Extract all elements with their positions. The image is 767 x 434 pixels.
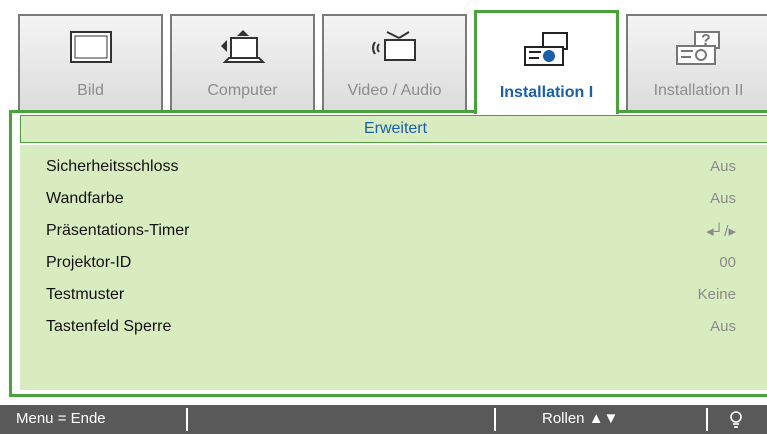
tab-installation-2[interactable]: ? Installation II [626, 14, 767, 110]
settings-list: Sicherheitsschloss Aus Wandfarbe Aus Prä… [20, 145, 767, 390]
footer-bar: Menu = Ende Rollen ▲▼ [0, 405, 767, 434]
video-audio-icon [371, 31, 416, 61]
setting-value: Aus [710, 190, 736, 207]
setting-row-wandfarbe[interactable]: Wandfarbe Aus [20, 183, 767, 215]
tab-label: Installation II [653, 82, 744, 99]
footer-divider [186, 408, 188, 431]
setting-label: Testmuster [46, 286, 125, 303]
setting-value: Keine [697, 286, 736, 303]
tab-video-audio[interactable]: Video / Audio [322, 14, 467, 110]
osd-menu: Bild Computer Video / Audio Installation… [0, 0, 767, 434]
monitor-icon [69, 31, 112, 63]
footer-divider [494, 408, 496, 431]
scroll-hint: Rollen ▲▼ [542, 410, 619, 427]
setting-value: 00 [719, 254, 736, 271]
setting-label: Projektor-ID [46, 254, 132, 271]
lightbulb-icon [730, 411, 742, 428]
tab-installation-1[interactable]: Installation I [474, 10, 619, 114]
setting-row-tastenfeld-sperre[interactable]: Tastenfeld Sperre Aus [20, 311, 767, 343]
tab-bar: Bild Computer Video / Audio Installation… [18, 10, 767, 114]
setting-label: Tastenfeld Sperre [46, 318, 172, 335]
tab-computer[interactable]: Computer [170, 14, 315, 110]
tab-bild[interactable]: Bild [18, 14, 163, 110]
projector-help-icon: ? [675, 31, 720, 65]
setting-row-testmuster[interactable]: Testmuster Keine [20, 279, 767, 311]
menu-exit-hint: Menu = Ende [16, 410, 106, 427]
tab-label: Bild [77, 82, 104, 99]
computer-icon [220, 30, 265, 63]
tab-label: Installation I [499, 84, 594, 101]
tab-label: Video / Audio [347, 82, 442, 99]
footer-divider [706, 408, 708, 431]
setting-row-sicherheitsschloss[interactable]: Sicherheitsschloss Aus [20, 151, 767, 183]
setting-label: Präsentations-Timer [46, 222, 190, 239]
setting-row-projektor-id[interactable]: Projektor-ID 00 [20, 247, 767, 279]
setting-row-praesentations-timer[interactable]: Präsentations-Timer ◂┘/▸ [20, 215, 767, 247]
section-title: Erweitert [363, 120, 428, 137]
setting-value: Aus [710, 318, 736, 335]
section-header: Erweitert [20, 115, 767, 143]
setting-label: Sicherheitsschloss [46, 158, 179, 175]
setting-label: Wandfarbe [46, 190, 124, 207]
setting-value: Aus [710, 158, 736, 175]
enter-arrow-icon: ◂┘/▸ [706, 223, 736, 240]
tab-label: Computer [207, 82, 278, 99]
settings-panel: Erweitert Sicherheitsschloss Aus Wandfar… [9, 110, 767, 397]
projector-icon [523, 32, 568, 66]
